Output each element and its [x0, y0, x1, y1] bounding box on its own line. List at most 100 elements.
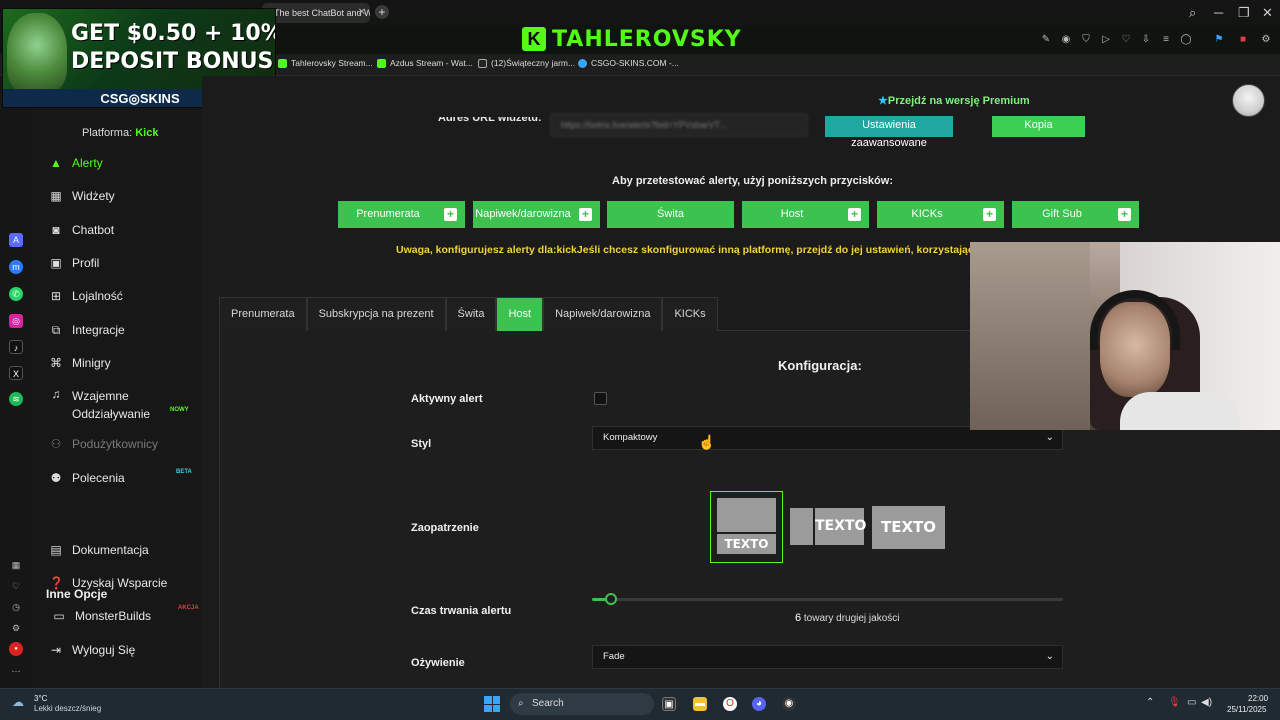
camera-icon[interactable]: ◉ [1060, 34, 1072, 46]
sidebar-item-polecenia[interactable]: ⚉ Polecenia BETA [36, 463, 198, 493]
chevron-up-icon[interactable]: ⌃ [1146, 697, 1154, 708]
active-alert-checkbox[interactable] [594, 392, 607, 405]
sidebar-item-lojalnosc[interactable]: ⊞ Lojalność [36, 281, 198, 311]
extension2-icon[interactable]: ■ [1237, 34, 1249, 46]
tiktok-icon[interactable]: ♪ [9, 340, 23, 354]
volume-icon[interactable]: ◀) [1201, 697, 1212, 708]
laptop-icon: ▭ [53, 609, 65, 623]
promo-badge: AKCJA [178, 605, 199, 611]
duration-value: 6 towary drugiej jakości [795, 612, 900, 624]
bookmark[interactable]: Azdus Stream - Wat... [377, 58, 473, 68]
app-icon[interactable]: ◉ [782, 697, 796, 711]
webcam-shirt [1120, 392, 1240, 430]
sidebar-item-poduzytkownicy[interactable]: ⚇ Podużytkownicy [36, 429, 198, 459]
sidebar-item-integracje[interactable]: ⧉ Integracje [36, 315, 198, 345]
maximize-icon[interactable]: ❐ [1238, 5, 1250, 21]
heart-icon[interactable]: ♡ [9, 579, 23, 593]
docs-icon: ▤ [50, 543, 62, 557]
sidebar-item-profil[interactable]: ▣ Profil [36, 248, 198, 278]
heart-icon[interactable]: ♡ [1120, 34, 1132, 46]
sidebar-item-dokumentacja[interactable]: ▤ Dokumentacja [36, 535, 198, 565]
record-icon[interactable]: ● [9, 642, 23, 656]
test-button-swita[interactable]: Świta [607, 201, 734, 228]
profile-icon: ▣ [50, 256, 62, 270]
layout-option-stacked[interactable]: TEXTO [710, 491, 783, 563]
help-icon: ❓ [49, 576, 64, 590]
sidebar-item-chatbot[interactable]: ◙ Chatbot [36, 215, 198, 245]
csgo-skins-icon [578, 58, 587, 68]
menu-icon[interactable]: ≡ [1160, 34, 1172, 46]
bookmark[interactable]: CSGO-SKINS.COM -... [578, 58, 679, 68]
bookmark[interactable]: (12)Świąteczny jarm... [478, 58, 575, 68]
layout-option-text-only[interactable]: TEXTO [872, 506, 945, 549]
close-icon[interactable]: ✕ [358, 3, 366, 23]
brand-name: TAHLEROVSKY [552, 26, 742, 52]
more-icon[interactable]: ⋯ [9, 664, 23, 678]
sidebar-item-alerty[interactable]: ▲ Alerty [36, 148, 198, 178]
sidebar-item-monsterbuilds[interactable]: ▭ MonsterBuilds AKCJA [36, 601, 198, 631]
tab-prenumerata[interactable]: Prenumerata [219, 297, 307, 331]
test-button-kicks[interactable]: KICKs + [877, 201, 1004, 228]
history-icon[interactable]: ◷ [9, 600, 23, 614]
instagram-icon[interactable]: ◎ [9, 314, 23, 328]
window-close-icon[interactable]: ✕ [1262, 5, 1273, 21]
settings-icon[interactable]: ⚙ [9, 621, 23, 635]
taskbar-search[interactable]: ⌕ Search [510, 693, 654, 715]
sidebar-item-wzajemne[interactable]: ♫ Wzajemne Oddziaływanie NOWY [36, 381, 198, 421]
new-tab-icon[interactable]: + [375, 5, 389, 19]
browser-sidebar: A m ✆ ◎ ♪ X ≋ ▦ ♡ ◷ ⚙ ● ⋯ [0, 76, 32, 688]
minimize-icon[interactable]: ─ [1214, 5, 1223, 20]
layout-option-inline[interactable]: TEXTO [790, 508, 866, 545]
sidebar-item-wsparcie[interactable]: ❓ Uzyskaj Wsparcie [36, 568, 198, 598]
test-button-host[interactable]: Host + [742, 201, 869, 228]
messenger-icon[interactable]: m [9, 260, 23, 274]
image-placeholder-icon [790, 508, 813, 545]
tab-subskrypcja-prezent[interactable]: Subskrypcja na prezent [306, 297, 446, 331]
weather-icon[interactable]: ☁ [12, 695, 28, 709]
download-icon[interactable]: ⇩ [1140, 34, 1152, 46]
bookmark[interactable]: Tahlerovsky Stream... [278, 58, 373, 68]
tab-kicks[interactable]: KICKs [662, 297, 718, 331]
search-icon[interactable]: ⌕ [1189, 5, 1196, 21]
grid-icon[interactable]: ▦ [9, 558, 23, 572]
windows-start-icon[interactable] [484, 696, 500, 712]
tab-host[interactable]: Host [496, 297, 544, 331]
discord-icon[interactable]: ◕ [752, 697, 766, 711]
platform-value: Kick [135, 127, 159, 139]
opera-icon[interactable]: O [723, 697, 737, 711]
tab-napiwek[interactable]: Napiwek/darowizna [543, 297, 663, 331]
settings-icon[interactable]: ⚙ [1260, 34, 1272, 46]
copy-button[interactable]: Kopia [992, 116, 1085, 137]
duration-slider[interactable] [592, 593, 1063, 605]
whatsapp-icon[interactable]: ✆ [9, 287, 23, 301]
edit-icon[interactable]: ✎ [1040, 34, 1052, 46]
sidebar-item-widzety[interactable]: ▦ Widżety [36, 181, 198, 211]
tab-swita[interactable]: Świta [445, 297, 497, 331]
sidebar-item-wyloguj[interactable]: ⇥ Wyloguj Się [36, 635, 198, 665]
shield-icon[interactable]: ⛉ [1080, 34, 1092, 46]
network-icon[interactable]: ▭ [1187, 697, 1196, 708]
avatar[interactable] [1232, 84, 1265, 117]
test-button-prenumerata[interactable]: Prenumerata + [338, 201, 465, 228]
play-icon[interactable]: ▷ [1100, 34, 1112, 46]
account-icon[interactable]: ◯ [1180, 34, 1192, 46]
widget-url-field[interactable]: https://botrix.live/alerts?bid=YPVsbarVT… [550, 113, 808, 137]
file-explorer-icon[interactable]: ▬ [693, 697, 707, 711]
weather-desc: Lekki deszcz/śnieg [34, 704, 102, 713]
spotify-icon[interactable]: ≋ [9, 392, 23, 406]
task-view-icon[interactable]: ▣ [662, 697, 676, 711]
x-icon[interactable]: X [9, 366, 23, 380]
app-icon[interactable]: A [9, 233, 23, 247]
test-alerts-title: Aby przetestować alerty, użyj poniższych… [612, 175, 893, 187]
browser-tab[interactable]: The best ChatBot and Wi ✕ [262, 3, 370, 23]
slider-thumb[interactable] [604, 593, 617, 605]
animation-select[interactable]: Fade ⌄ [592, 645, 1063, 669]
extension-icon[interactable]: ⚑ [1213, 34, 1225, 46]
microphone-icon[interactable]: 🎙 [1168, 697, 1181, 708]
advanced-settings-button[interactable]: Ustawienia zaawansowane [825, 116, 953, 149]
animation-label: Ożywienie [411, 657, 465, 669]
sidebar-item-minigry[interactable]: ⌘ Minigry [36, 348, 198, 378]
test-button-gift-sub[interactable]: Gift Sub + [1012, 201, 1139, 228]
premium-link[interactable]: ★Przejdź na wersję Premium [878, 94, 1030, 107]
test-button-napiwek[interactable]: Napiwek/darowizna + [473, 201, 600, 228]
